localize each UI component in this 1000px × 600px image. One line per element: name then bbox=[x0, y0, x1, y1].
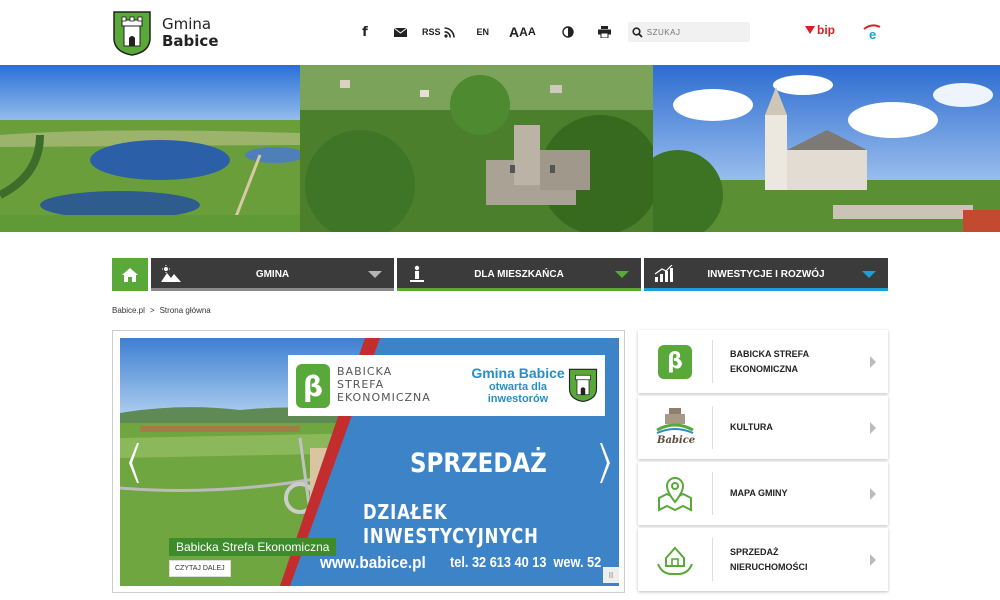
chevron-down-icon bbox=[615, 271, 629, 278]
epuap-icon[interactable]: e bbox=[862, 23, 882, 41]
nav-item-resident[interactable]: DLA MIESZKAŃCA bbox=[397, 258, 641, 291]
babice-icon-text: Babice bbox=[657, 434, 696, 446]
chevron-down-icon bbox=[368, 271, 382, 278]
font-size-medium[interactable]: A bbox=[519, 25, 528, 39]
slide-phone: tel. 32 613 40 13 wew. 52 bbox=[450, 554, 602, 571]
mail-icon[interactable] bbox=[390, 22, 410, 42]
slider-next-arrow-icon[interactable] bbox=[600, 443, 612, 483]
quick-link-kultura[interactable]: Babice KULTURA bbox=[638, 396, 888, 459]
beta-icon: β bbox=[296, 364, 330, 408]
facebook-icon[interactable]: f bbox=[355, 22, 375, 42]
person-info-icon bbox=[410, 265, 424, 282]
logo-line-1: Gmina bbox=[162, 15, 212, 33]
quick-link-nieruchomosci[interactable]: SPRZEDAŻ NIERUCHOMOŚCI bbox=[638, 528, 888, 591]
search-input[interactable] bbox=[646, 27, 737, 37]
slide-logo-line1: BABICKA bbox=[337, 365, 393, 378]
main-navigation: GMINA DLA MIESZKAŃCA INWESTYCJE I ROZWÓJ bbox=[112, 258, 888, 291]
babice-culture-icon: Babice bbox=[653, 406, 697, 450]
language-switch-en[interactable]: EN bbox=[477, 22, 490, 42]
bip-link[interactable]: bip bbox=[805, 23, 835, 37]
quick-link-mapa[interactable]: MAPA GMINY bbox=[638, 462, 888, 525]
slide-logo-line3: EKONOMICZNA bbox=[337, 391, 431, 404]
quick-link-label: BABICKA STREFA EKONOMICZNA bbox=[730, 348, 810, 374]
quick-link-label: SPRZEDAŻ NIERUCHOMOŚCI bbox=[730, 546, 808, 572]
quick-link-label: KULTURA bbox=[730, 422, 773, 432]
quick-links: β BABICKA STREFA EKONOMICZNA Babice KULT… bbox=[638, 330, 888, 591]
read-more-button[interactable]: CZYTAJ DALEJ bbox=[169, 560, 231, 577]
home-icon bbox=[122, 267, 138, 282]
nav-label-gmina: GMINA bbox=[255, 269, 290, 280]
news-slider: β BABICKA STREFA EKONOMICZNA Gmina Babic… bbox=[112, 330, 625, 593]
slide-logo-line2: STREFA bbox=[337, 378, 385, 391]
slide-logo-text: BABICKA STREFA EKONOMICZNA bbox=[337, 365, 431, 404]
slide-gmina-line1: Gmina Babice bbox=[471, 365, 565, 381]
slide-caption[interactable]: Babicka Strefa Ekonomiczna bbox=[169, 538, 337, 556]
breadcrumb: Babice.pl > Strona główna bbox=[112, 306, 211, 315]
chevron-down-icon bbox=[862, 271, 876, 278]
font-size-normal[interactable]: A bbox=[509, 24, 519, 40]
landscape-icon bbox=[161, 265, 181, 282]
slide-gmina-text: Gmina Babice otwarta dla inwestorów bbox=[463, 365, 573, 405]
slide-gmina-line2: otwarta dla inwestorów bbox=[487, 381, 549, 405]
search-box[interactable] bbox=[627, 22, 750, 42]
banner-castle-photo bbox=[300, 65, 653, 232]
nav-underline bbox=[397, 288, 641, 291]
nav-item-investments[interactable]: INWESTYCJE I ROZWÓJ bbox=[644, 258, 888, 291]
nav-underline bbox=[151, 288, 394, 291]
map-pin-icon bbox=[658, 476, 692, 512]
breadcrumb-current: Strona główna bbox=[159, 306, 211, 315]
nav-label-resident: DLA MIESZKAŃCA bbox=[474, 269, 564, 280]
bip-icon bbox=[805, 26, 815, 34]
quick-link-label: MAPA GMINY bbox=[730, 488, 788, 498]
contrast-icon[interactable] bbox=[560, 22, 576, 42]
hero-banner bbox=[0, 65, 1000, 232]
breadcrumb-home-link[interactable]: Babice.pl bbox=[112, 306, 145, 315]
slide[interactable]: β BABICKA STREFA EKONOMICZNA Gmina Babic… bbox=[120, 338, 619, 586]
coat-of-arms-icon bbox=[568, 368, 598, 403]
accessibility-toolbar: f RSS EN AAA bbox=[355, 22, 750, 42]
chevron-right-icon bbox=[870, 553, 876, 566]
nav-label-investments: INWESTYCJE I ROZWÓJ bbox=[707, 269, 825, 280]
font-size-large[interactable]: A bbox=[528, 26, 536, 38]
beta-icon: β bbox=[658, 344, 692, 379]
chevron-right-icon bbox=[870, 421, 876, 434]
nav-underline bbox=[644, 288, 888, 291]
font-size-switcher[interactable]: AAA bbox=[509, 22, 536, 42]
logo-line-2: Babice bbox=[162, 32, 219, 50]
rss-link[interactable]: RSS bbox=[422, 22, 455, 42]
slider-pause-button[interactable]: II bbox=[603, 567, 619, 583]
site-header: Gmina Babice f RSS EN AAA bip bbox=[0, 0, 1000, 65]
chevron-right-icon bbox=[870, 487, 876, 500]
banner-lake-photo bbox=[0, 65, 300, 232]
coat-of-arms-icon bbox=[113, 11, 151, 56]
nav-item-gmina[interactable]: GMINA bbox=[151, 258, 394, 291]
rss-label: RSS bbox=[422, 27, 441, 37]
slide-headline-2: DZIAŁEK INWESTYCYJNYCH bbox=[363, 500, 539, 548]
site-logo[interactable]: Gmina Babice bbox=[112, 10, 219, 56]
bip-label: bip bbox=[817, 23, 835, 37]
chevron-right-icon bbox=[870, 355, 876, 368]
rss-icon bbox=[443, 26, 455, 38]
slide-url: www.babice.pl bbox=[320, 553, 426, 572]
home-button[interactable] bbox=[112, 258, 148, 291]
quick-link-strefa[interactable]: β BABICKA STREFA EKONOMICZNA bbox=[638, 330, 888, 393]
breadcrumb-separator: > bbox=[149, 306, 155, 315]
house-hands-icon bbox=[657, 546, 693, 575]
growth-chart-icon bbox=[654, 265, 673, 282]
search-icon[interactable] bbox=[632, 26, 643, 38]
svg-text:e: e bbox=[869, 27, 876, 41]
slider-prev-arrow-icon[interactable] bbox=[127, 443, 139, 483]
banner-church-photo bbox=[653, 65, 1000, 232]
print-icon[interactable] bbox=[596, 22, 614, 42]
slide-headline-1: SPRZEDAŻ bbox=[410, 448, 547, 479]
